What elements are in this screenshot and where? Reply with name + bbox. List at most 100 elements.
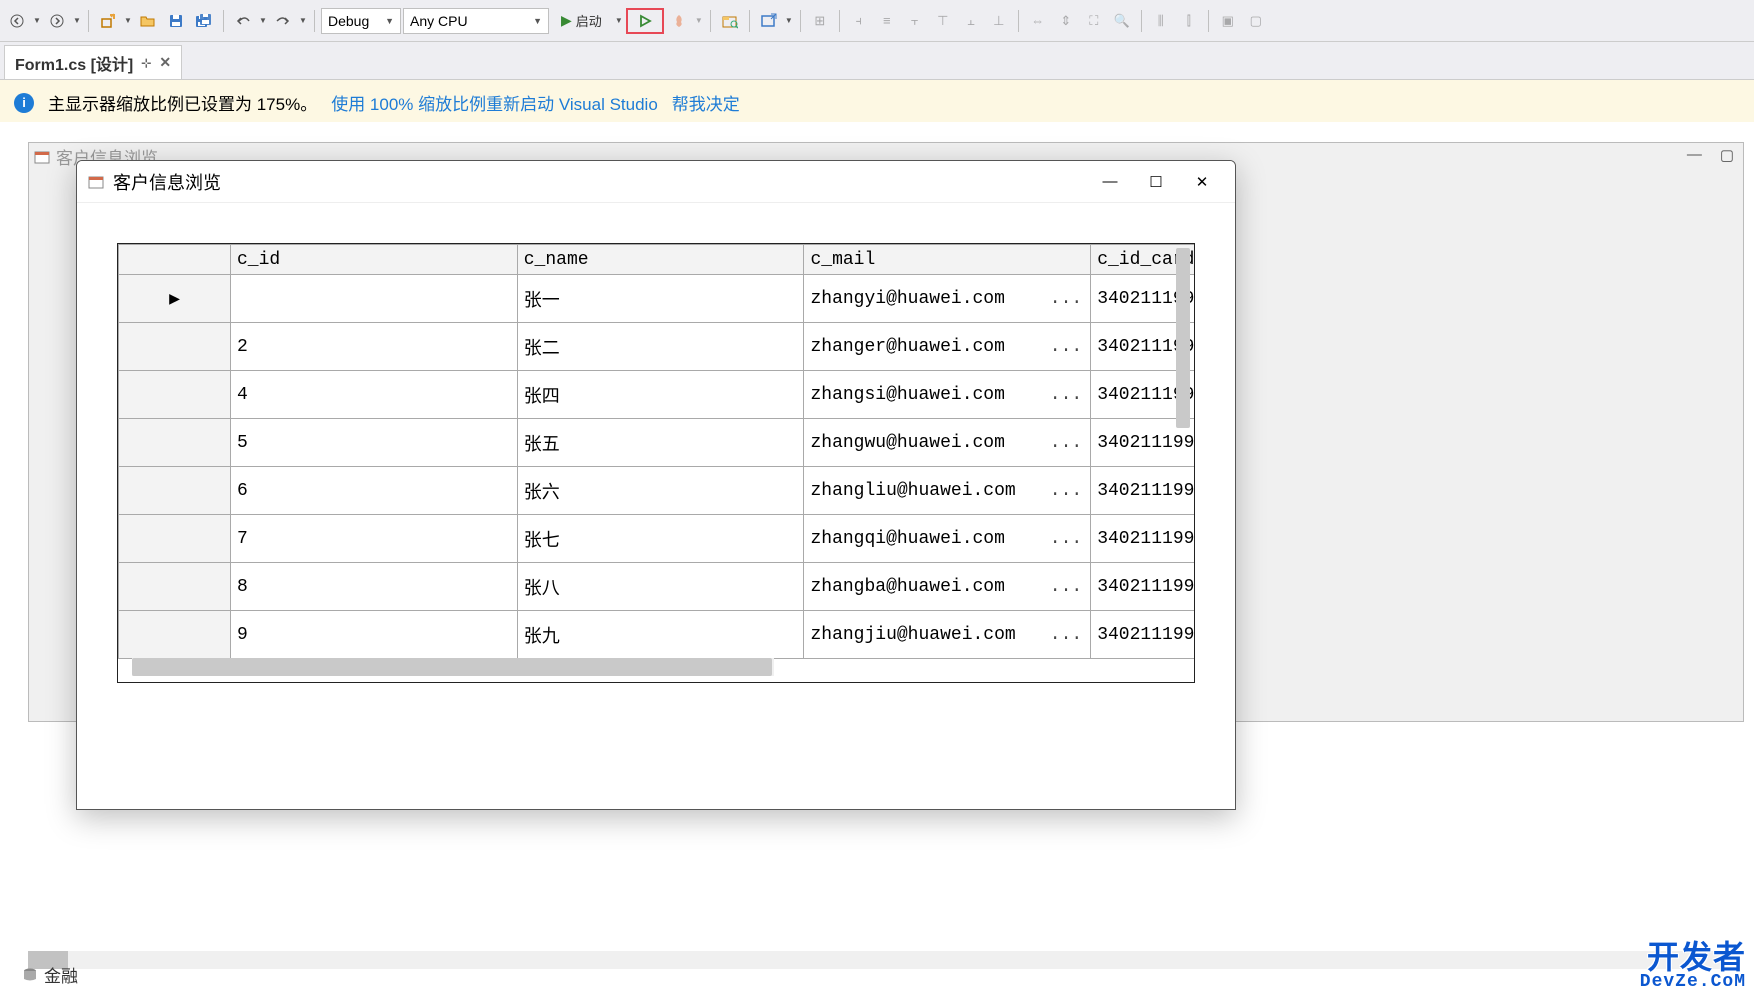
start-label: 启动	[576, 11, 602, 30]
cell-cmail[interactable]: zhangqi@huawei.com...	[804, 515, 1091, 563]
undo-icon[interactable]	[230, 8, 256, 34]
restart-100-link[interactable]: 使用 100% 缩放比例重新启动 Visual Studio	[331, 90, 658, 115]
cell-cname[interactable]: 张五	[517, 419, 804, 467]
cell-cmail[interactable]: zhangliu@huawei.com...	[804, 467, 1091, 515]
cell-cidcard[interactable]: 340211199301010007	[1091, 515, 1195, 563]
cell-cid[interactable]: 6	[231, 467, 518, 515]
separator	[1018, 10, 1019, 32]
separator	[1208, 10, 1209, 32]
row-header[interactable]	[119, 323, 231, 371]
close-button[interactable]: ✕	[1179, 161, 1225, 203]
table-row[interactable]: 2张二zhanger@huawei.com...3402111993010100…	[119, 323, 1196, 371]
info-icon: i	[14, 93, 34, 113]
redo-dropdown-icon[interactable]: ▼	[298, 16, 308, 25]
maximize-button[interactable]: ☐	[1133, 161, 1179, 203]
col-header-cmail[interactable]: c_mail	[804, 245, 1091, 275]
nav-back-icon[interactable]	[4, 8, 30, 34]
platform-label: Any CPU	[410, 13, 468, 29]
table-row[interactable]: ▶1张一zhangyi@huawei.com...340211199301010…	[119, 275, 1196, 323]
open-file-icon[interactable]	[135, 8, 161, 34]
cell-cname[interactable]: 张九	[517, 611, 804, 659]
open-in-explorer-icon[interactable]	[717, 8, 743, 34]
datagrid-vscroll-thumb[interactable]	[1176, 248, 1190, 428]
cell-cidcard[interactable]: 340211199301010008	[1091, 563, 1195, 611]
cell-cid[interactable]: 9	[231, 611, 518, 659]
cell-cname[interactable]: 张一	[517, 275, 804, 323]
platform-combo[interactable]: Any CPU ▼	[403, 8, 549, 34]
cell-cid[interactable]: 5	[231, 419, 518, 467]
hspace-equal-icon: ⇔	[1025, 8, 1051, 34]
cell-cmail[interactable]: zhangjiu@huawei.com...	[804, 611, 1091, 659]
row-header[interactable]	[119, 467, 231, 515]
maximize-icon[interactable]: ▢	[1720, 146, 1734, 164]
designer-hscroll-track[interactable]	[28, 951, 1724, 969]
database-icon	[22, 967, 38, 983]
cell-cmail[interactable]: zhangwu@huawei.com...	[804, 419, 1091, 467]
cell-cid[interactable]: 7	[231, 515, 518, 563]
minimize-icon[interactable]: —	[1687, 146, 1702, 164]
row-header[interactable]	[119, 419, 231, 467]
undo-dropdown-icon[interactable]: ▼	[258, 16, 268, 25]
table-row[interactable]: 5张五zhangwu@huawei.com...3402111993010100…	[119, 419, 1196, 467]
pin-icon[interactable]: ⊹	[141, 56, 151, 70]
app-titlebar: 客户信息浏览 — ☐ ✕	[77, 161, 1235, 203]
start-debug-button[interactable]: ▶ 启动	[551, 8, 612, 34]
bg-form-window-buttons: — ▢	[1687, 146, 1734, 164]
table-row[interactable]: 4张四zhangsi@huawei.com...3402111993010100…	[119, 371, 1196, 419]
save-all-icon[interactable]	[191, 8, 217, 34]
cell-cmail[interactable]: zhangsi@huawei.com...	[804, 371, 1091, 419]
nav-back-dropdown-icon[interactable]: ▼	[32, 16, 42, 25]
nav-forward-dropdown-icon[interactable]: ▼	[72, 16, 82, 25]
cell-cid[interactable]: 2	[231, 323, 518, 371]
cell-cname[interactable]: 张八	[517, 563, 804, 611]
cell-cid[interactable]: 4	[231, 371, 518, 419]
new-project-dropdown-icon[interactable]: ▼	[123, 16, 133, 25]
help-decide-link[interactable]: 帮我决定	[672, 90, 740, 115]
dpi-info-bar: i 主显示器缩放比例已设置为 175%。 使用 100% 缩放比例重新启动 Vi…	[0, 80, 1754, 126]
cell-cid[interactable]: 1	[231, 275, 518, 323]
row-header[interactable]	[119, 515, 231, 563]
minimize-button[interactable]: —	[1087, 161, 1133, 203]
separator	[800, 10, 801, 32]
distribute-h-icon: ⫼	[1148, 8, 1174, 34]
cell-cname[interactable]: 张六	[517, 467, 804, 515]
table-row[interactable]: 8张八zhangba@huawei.com...3402111993010100…	[119, 563, 1196, 611]
cell-cmail[interactable]: zhangyi@huawei.com...	[804, 275, 1091, 323]
row-header-corner[interactable]	[119, 245, 231, 275]
hot-reload-dropdown-icon: ▼	[694, 16, 704, 25]
table-row[interactable]: 7张七zhangqi@huawei.com...3402111993010100…	[119, 515, 1196, 563]
row-header[interactable]	[119, 563, 231, 611]
datagrid-hscroll-thumb[interactable]	[132, 658, 772, 676]
cell-cidcard[interactable]: 340211199301010006	[1091, 467, 1195, 515]
hot-reload-icon	[666, 8, 692, 34]
bring-front-icon: ▣	[1215, 8, 1241, 34]
start-without-debug-button[interactable]	[626, 8, 664, 34]
new-project-icon[interactable]	[95, 8, 121, 34]
config-combo[interactable]: Debug ▼	[321, 8, 401, 34]
cell-cname[interactable]: 张二	[517, 323, 804, 371]
table-row[interactable]: 9张九zhangjiu@huawei.com...340211199301010…	[119, 611, 1196, 659]
save-icon[interactable]	[163, 8, 189, 34]
datagrid[interactable]: c_id c_name c_mail c_id_card ▶1张一zhangyi…	[118, 244, 1195, 659]
datagrid-hscroll-track[interactable]	[132, 658, 774, 676]
row-header[interactable]	[119, 371, 231, 419]
row-header[interactable]: ▶	[119, 275, 231, 323]
live-preview-icon[interactable]	[756, 8, 782, 34]
nav-forward-icon[interactable]	[44, 8, 70, 34]
cell-cidcard[interactable]: 340211199301010009	[1091, 611, 1195, 659]
tab-form1-designer[interactable]: Form1.cs [设计] ⊹ ✕	[4, 45, 182, 79]
live-preview-dropdown-icon[interactable]: ▼	[784, 16, 794, 25]
start-dropdown-icon[interactable]: ▼	[614, 16, 624, 25]
status-bar: 金融	[22, 962, 78, 987]
col-header-cid[interactable]: c_id	[231, 245, 518, 275]
row-header[interactable]	[119, 611, 231, 659]
table-row[interactable]: 6张六zhangliu@huawei.com...340211199301010…	[119, 467, 1196, 515]
cell-cmail[interactable]: zhangba@huawei.com...	[804, 563, 1091, 611]
col-header-cname[interactable]: c_name	[517, 245, 804, 275]
cell-cmail[interactable]: zhanger@huawei.com...	[804, 323, 1091, 371]
cell-cname[interactable]: 张七	[517, 515, 804, 563]
close-icon[interactable]: ✕	[159, 54, 171, 71]
redo-icon[interactable]	[270, 8, 296, 34]
cell-cid[interactable]: 8	[231, 563, 518, 611]
cell-cname[interactable]: 张四	[517, 371, 804, 419]
